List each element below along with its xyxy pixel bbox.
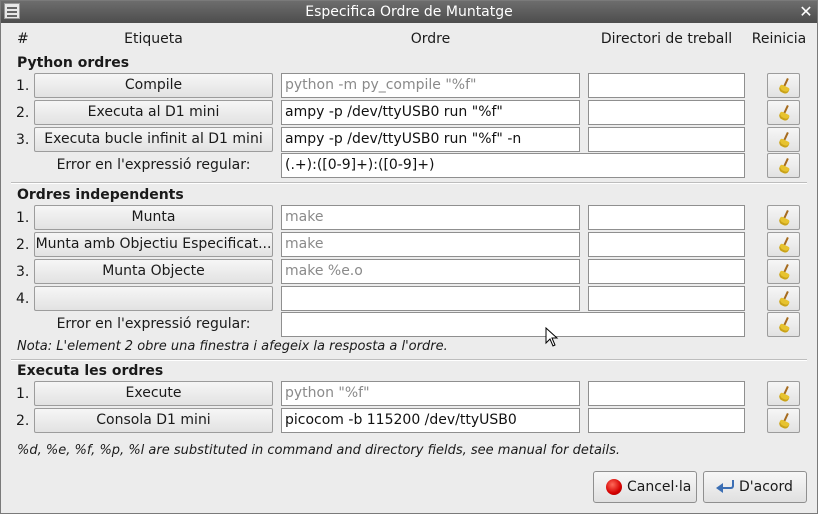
window-menu-icon[interactable]: [4, 3, 20, 19]
independent-note: Nota: L'element 2 obre una finestra i af…: [17, 339, 448, 354]
window-title: Especifica Ordre de Muntatge: [305, 4, 513, 20]
reset-button[interactable]: [767, 100, 800, 125]
stop-icon: [606, 479, 622, 495]
broom-icon: [779, 78, 791, 94]
label-button-run[interactable]: Executa al D1 mini: [34, 100, 273, 125]
workdir-field[interactable]: [588, 205, 745, 230]
reset-button[interactable]: [767, 73, 800, 98]
row-number: 1.: [16, 78, 30, 94]
command-field[interactable]: make: [281, 232, 580, 257]
label-button-build[interactable]: Munta: [34, 205, 273, 230]
broom-icon: [779, 413, 791, 429]
header-num: #: [17, 31, 29, 47]
row-number: 2.: [16, 413, 30, 429]
mouse-pointer-icon: [545, 327, 559, 347]
reset-button[interactable]: [767, 381, 800, 406]
command-field[interactable]: ampy -p /dev/ttyUSB0 run "%f": [281, 100, 580, 125]
reset-button[interactable]: [767, 205, 800, 230]
ok-arrow-icon: [716, 479, 734, 495]
label-button-compile[interactable]: Compile: [34, 73, 273, 98]
reset-button[interactable]: [767, 232, 800, 257]
cancel-button[interactable]: Cancel·la: [593, 471, 697, 503]
label-button-console[interactable]: Consola D1 mini: [34, 408, 273, 433]
ok-button[interactable]: D'acord: [703, 471, 807, 503]
broom-icon: [779, 132, 791, 148]
label-button-run-loop[interactable]: Executa bucle infinit al D1 mini: [34, 127, 273, 152]
broom-icon: [779, 237, 791, 253]
broom-icon: [779, 386, 791, 402]
row-number: 2.: [16, 105, 30, 121]
workdir-field[interactable]: [588, 381, 745, 406]
workdir-field[interactable]: [588, 259, 745, 284]
row-number: 2.: [16, 237, 30, 253]
command-field[interactable]: python "%f": [281, 381, 580, 406]
regex-label: Error en l'expressió regular:: [56, 157, 251, 173]
reset-button[interactable]: [767, 259, 800, 284]
footer-note: %d, %e, %f, %p, %l are substituted in co…: [17, 443, 621, 458]
header-workdir: Directori de treball: [600, 31, 733, 47]
command-field[interactable]: make %e.o: [281, 259, 580, 284]
broom-icon: [779, 105, 791, 121]
workdir-field[interactable]: [588, 73, 745, 98]
reset-button[interactable]: [767, 127, 800, 152]
close-button[interactable]: ✕: [797, 1, 815, 23]
broom-icon: [779, 264, 791, 280]
command-field[interactable]: ampy -p /dev/ttyUSB0 run "%f" -n: [281, 127, 580, 152]
workdir-field[interactable]: [588, 286, 745, 311]
separator: [11, 182, 807, 184]
broom-icon: [779, 210, 791, 226]
reset-button[interactable]: [767, 153, 800, 178]
label-button-execute[interactable]: Execute: [34, 381, 273, 406]
row-number: 1.: [16, 386, 30, 402]
command-field[interactable]: make: [281, 205, 580, 230]
section-title-independent: Ordres independents: [17, 187, 184, 203]
ok-button-label: D'acord: [739, 479, 793, 495]
section-title-python: Python ordres: [17, 55, 130, 71]
separator: [11, 359, 807, 361]
regex-label: Error en l'expressió regular:: [56, 316, 251, 332]
workdir-field[interactable]: [588, 232, 745, 257]
workdir-field[interactable]: [588, 408, 745, 433]
broom-icon: [779, 291, 791, 307]
cancel-button-label: Cancel·la: [627, 479, 692, 495]
workdir-field[interactable]: [588, 127, 745, 152]
broom-icon: [779, 158, 791, 174]
header-reset: Reinicia: [751, 31, 807, 47]
label-button-build-object[interactable]: Munta Objecte: [34, 259, 273, 284]
row-number: 4.: [16, 291, 30, 307]
header-command: Ordre: [410, 31, 451, 47]
command-field[interactable]: python -m py_compile "%f": [281, 73, 580, 98]
reset-button[interactable]: [767, 312, 800, 337]
workdir-field[interactable]: [588, 100, 745, 125]
command-field[interactable]: [281, 286, 580, 311]
command-field[interactable]: picocom -b 115200 /dev/ttyUSB0: [281, 408, 580, 433]
row-number: 1.: [16, 210, 30, 226]
label-button-empty[interactable]: [34, 286, 273, 311]
dialog-window: Especifica Ordre de Muntatge ✕ # Etiquet…: [0, 0, 818, 514]
broom-icon: [779, 317, 791, 333]
reset-button[interactable]: [767, 286, 800, 311]
header-label: Etiqueta: [124, 31, 183, 47]
regex-field[interactable]: (.+):([0-9]+):([0-9]+): [281, 153, 745, 178]
section-title-execute: Executa les ordres: [17, 363, 164, 379]
regex-field[interactable]: [281, 312, 745, 337]
reset-button[interactable]: [767, 408, 800, 433]
label-button-build-target[interactable]: Munta amb Objectiu Especificat...: [34, 232, 273, 257]
row-number: 3.: [16, 132, 30, 148]
row-number: 3.: [16, 264, 30, 280]
title-bar[interactable]: Especifica Ordre de Muntatge ✕: [1, 1, 817, 23]
